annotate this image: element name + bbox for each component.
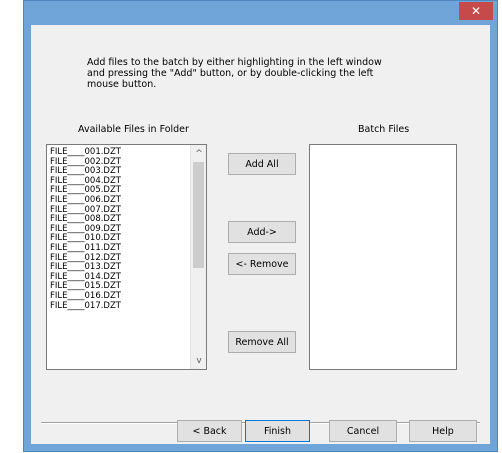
dialog-window: ✕ Add files to the batch by either highl…: [23, 0, 498, 452]
available-files-items: FILE____001.DZT FILE____002.DZT FILE____00…: [50, 147, 190, 312]
cancel-button[interactable]: Cancel: [329, 420, 397, 442]
dialog-client-area: Add files to the batch by either highlig…: [31, 25, 490, 444]
remove-button[interactable]: <- Remove: [228, 253, 296, 275]
finish-button[interactable]: Finish: [245, 420, 310, 442]
remove-all-button[interactable]: Remove All: [228, 331, 296, 353]
available-files-label: Available Files in Folder: [78, 124, 189, 135]
close-button[interactable]: ✕: [459, 2, 493, 20]
title-bar: ✕: [24, 1, 497, 25]
back-button[interactable]: < Back: [177, 420, 242, 442]
scroll-down-arrow-icon[interactable]: v: [191, 352, 206, 369]
vertical-scrollbar[interactable]: ^ v: [190, 145, 206, 369]
add-all-button[interactable]: Add All: [228, 153, 296, 175]
list-item[interactable]: FILE____017.DZT: [50, 301, 190, 312]
available-files-list[interactable]: FILE____001.DZT FILE____002.DZT FILE____00…: [46, 144, 207, 370]
instructions-text: Add files to the batch by either highlig…: [87, 57, 382, 90]
add-button[interactable]: Add->: [228, 221, 296, 243]
scroll-up-arrow-icon[interactable]: ^: [191, 145, 206, 162]
scrollbar-thumb[interactable]: [193, 162, 204, 268]
batch-files-list[interactable]: [309, 144, 457, 370]
close-icon: ✕: [470, 4, 482, 18]
batch-files-label: Batch Files: [358, 124, 410, 135]
help-button[interactable]: Help: [409, 420, 477, 442]
